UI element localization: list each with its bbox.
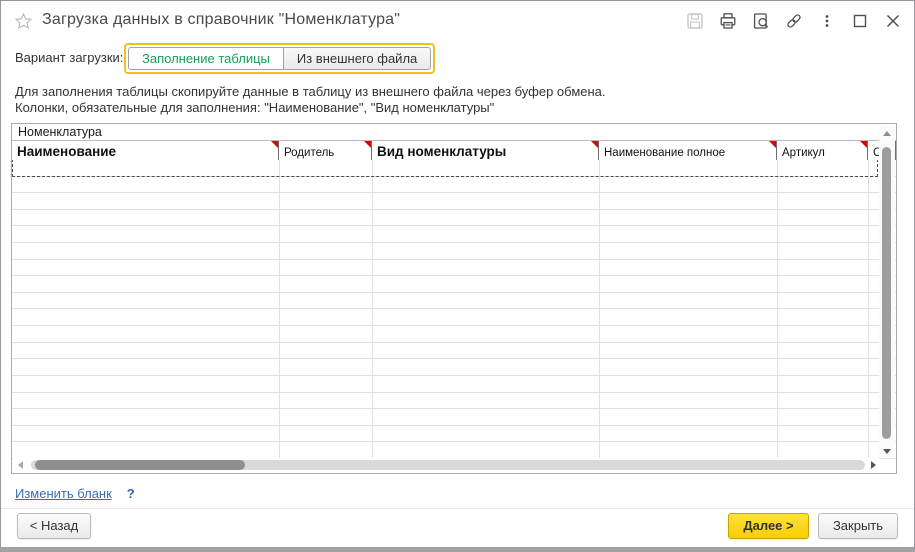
column-divider bbox=[279, 160, 280, 459]
column-header-label: Артикул bbox=[782, 147, 825, 159]
column-header-label: Родитель bbox=[284, 147, 334, 159]
scroll-right-icon[interactable] bbox=[871, 461, 876, 469]
instruction-line-1: Для заполнения таблицы скопируйте данные… bbox=[15, 84, 606, 100]
column-divider bbox=[372, 160, 373, 459]
link-icon[interactable] bbox=[785, 12, 803, 30]
toolbar bbox=[686, 12, 902, 30]
edit-row: Изменить бланк ? bbox=[15, 486, 135, 501]
table-row[interactable] bbox=[12, 326, 896, 343]
column-header-label: Наименование полное bbox=[604, 147, 725, 159]
table-row[interactable] bbox=[12, 293, 896, 310]
table-row[interactable] bbox=[12, 243, 896, 260]
required-marker-icon bbox=[364, 141, 371, 148]
close-button[interactable]: Закрыть bbox=[818, 513, 898, 539]
required-marker-icon bbox=[769, 141, 776, 148]
column-divider bbox=[777, 160, 778, 459]
print-icon[interactable] bbox=[719, 12, 737, 30]
page-title: Загрузка данных в справочник "Номенклату… bbox=[42, 11, 400, 29]
footer-divider bbox=[1, 508, 914, 509]
preview-icon[interactable] bbox=[752, 12, 770, 30]
scroll-left-icon[interactable] bbox=[18, 461, 23, 469]
more-icon[interactable] bbox=[818, 12, 836, 30]
column-header-1[interactable]: Наименование bbox=[12, 141, 279, 160]
table-row[interactable] bbox=[12, 309, 896, 326]
table-row[interactable] bbox=[12, 442, 896, 459]
table-row[interactable] bbox=[12, 343, 896, 360]
table-group-header: Номенклатура bbox=[12, 124, 896, 141]
save-icon[interactable] bbox=[686, 12, 704, 30]
required-marker-icon bbox=[271, 141, 278, 148]
tab-fill-table[interactable]: Заполнение таблицы bbox=[128, 47, 283, 70]
table-row[interactable] bbox=[12, 409, 896, 426]
table-row[interactable] bbox=[12, 359, 896, 376]
table-row[interactable] bbox=[12, 376, 896, 393]
column-header-label: Вид номенклатуры bbox=[377, 144, 506, 159]
vertical-scroll-thumb[interactable] bbox=[882, 147, 891, 439]
instructions: Для заполнения таблицы скопируйте данные… bbox=[15, 84, 606, 115]
table-row[interactable] bbox=[12, 276, 896, 293]
table-row[interactable] bbox=[12, 193, 896, 210]
help-icon[interactable]: ? bbox=[127, 486, 135, 501]
table-row[interactable] bbox=[12, 393, 896, 410]
nomenclature-table: Номенклатура Наименование Родитель Вид ном… bbox=[11, 123, 897, 474]
column-header-3[interactable]: Вид номенклатуры bbox=[372, 141, 599, 160]
required-marker-icon bbox=[860, 141, 867, 148]
next-button[interactable]: Далее > bbox=[728, 513, 809, 539]
column-header-label: Наименование bbox=[17, 144, 116, 159]
title-bar: Загрузка данных в справочник "Номенклату… bbox=[1, 1, 914, 41]
favorite-star-icon[interactable] bbox=[14, 12, 33, 31]
column-header-5[interactable]: Артикул bbox=[777, 141, 868, 160]
horizontal-scroll-thumb[interactable] bbox=[35, 460, 245, 470]
scroll-up-icon[interactable] bbox=[883, 131, 891, 136]
instruction-line-2: Колонки, обязательные для заполнения: "Н… bbox=[15, 100, 606, 116]
scroll-down-icon[interactable] bbox=[883, 449, 891, 454]
table-row[interactable] bbox=[12, 426, 896, 443]
close-icon[interactable] bbox=[884, 12, 902, 30]
vertical-scrollbar[interactable] bbox=[879, 126, 895, 457]
variant-label: Вариант загрузки: bbox=[15, 50, 123, 65]
column-divider bbox=[868, 160, 869, 459]
variant-switch: Заполнение таблицы Из внешнего файла bbox=[124, 43, 435, 74]
table-row[interactable] bbox=[12, 226, 896, 243]
column-header-4[interactable]: Наименование полное bbox=[599, 141, 777, 160]
horizontal-scrollbar[interactable] bbox=[13, 458, 879, 472]
table-row[interactable] bbox=[12, 260, 896, 277]
maximize-icon[interactable] bbox=[851, 12, 869, 30]
column-header-2[interactable]: Родитель bbox=[279, 141, 372, 160]
edit-form-link[interactable]: Изменить бланк bbox=[15, 486, 112, 501]
table-row[interactable] bbox=[12, 210, 896, 227]
table-header-row: Наименование Родитель Вид номенклатуры Наим… bbox=[12, 141, 896, 160]
column-divider bbox=[599, 160, 600, 459]
required-marker-icon bbox=[591, 141, 598, 148]
tab-external-file[interactable]: Из внешнего файла bbox=[283, 47, 431, 70]
table-row[interactable] bbox=[12, 177, 896, 194]
dialog-window: Загрузка данных в справочник "Номенклату… bbox=[0, 0, 915, 552]
table-body bbox=[12, 160, 896, 459]
back-button[interactable]: < Назад bbox=[17, 513, 91, 539]
current-row-selection bbox=[12, 160, 878, 177]
